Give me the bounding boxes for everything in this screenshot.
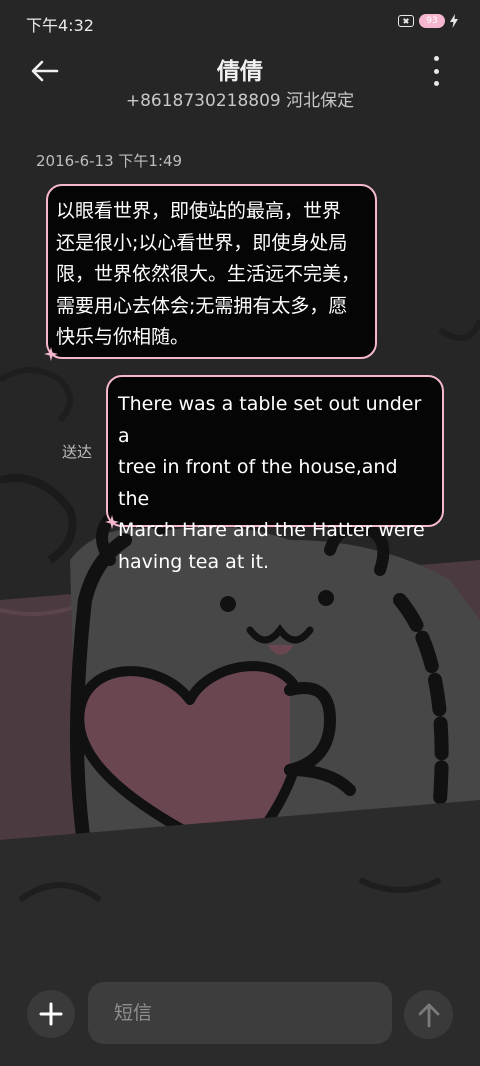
conversation-header: 倩倩 +8618730218809 河北保定 [0, 44, 480, 114]
outgoing-message-bubble[interactable]: There was a table set out under a tree i… [106, 375, 444, 573]
message-timestamp: 2016-6-13 下午1:49 [36, 152, 183, 170]
status-time: 下午4:32 [26, 16, 94, 35]
more-options-button[interactable] [422, 56, 450, 86]
composer-bar [0, 980, 480, 1046]
battery-icon: 93 [419, 14, 445, 28]
sparkle-decoration-icon [44, 347, 58, 361]
messaging-screen: 下午4:32 93 倩倩 +8618730218809 河北保定 2016-6-… [0, 0, 480, 1066]
message-line: having tea at it. [118, 550, 270, 573]
incoming-message-bubble[interactable]: 以眼看世界，即使站的最高，世界 还是很小;以心看世界，即使身处局 限，世界依然很… [46, 184, 377, 359]
more-vertical-icon [433, 56, 439, 61]
contact-name: 倩倩 [217, 59, 263, 85]
message-line: 以眼看世界，即使站的最高，世界 [56, 200, 342, 222]
send-button[interactable] [404, 990, 453, 1039]
message-line: 快乐与你相随。 [56, 326, 190, 348]
delivered-status: 送达 [62, 443, 93, 461]
plus-icon [39, 1002, 63, 1026]
no-sim-icon [398, 15, 414, 27]
message-line: There was a table set out under a [118, 393, 422, 447]
message-line: 需要用心去体会;无需拥有太多，愿 [56, 294, 348, 317]
message-line: 限，世界依然很大。生活远不完美， [56, 263, 361, 285]
message-line: March Hare and the Hatter were [118, 519, 425, 541]
sms-input[interactable] [88, 982, 392, 1044]
message-line: tree in front of the house,and the [118, 456, 398, 510]
add-attachment-button[interactable] [27, 990, 75, 1038]
send-arrow-icon [418, 1003, 439, 1027]
charging-bolt-icon [450, 14, 458, 28]
sparkle-decoration-icon [105, 515, 119, 529]
status-icons: 93 [398, 14, 458, 28]
status-bar: 下午4:32 93 [0, 0, 480, 44]
contact-number: +8618730218809 河北保定 [125, 91, 355, 111]
message-line: 还是很小;以心看世界，即使身处局 [56, 231, 348, 254]
